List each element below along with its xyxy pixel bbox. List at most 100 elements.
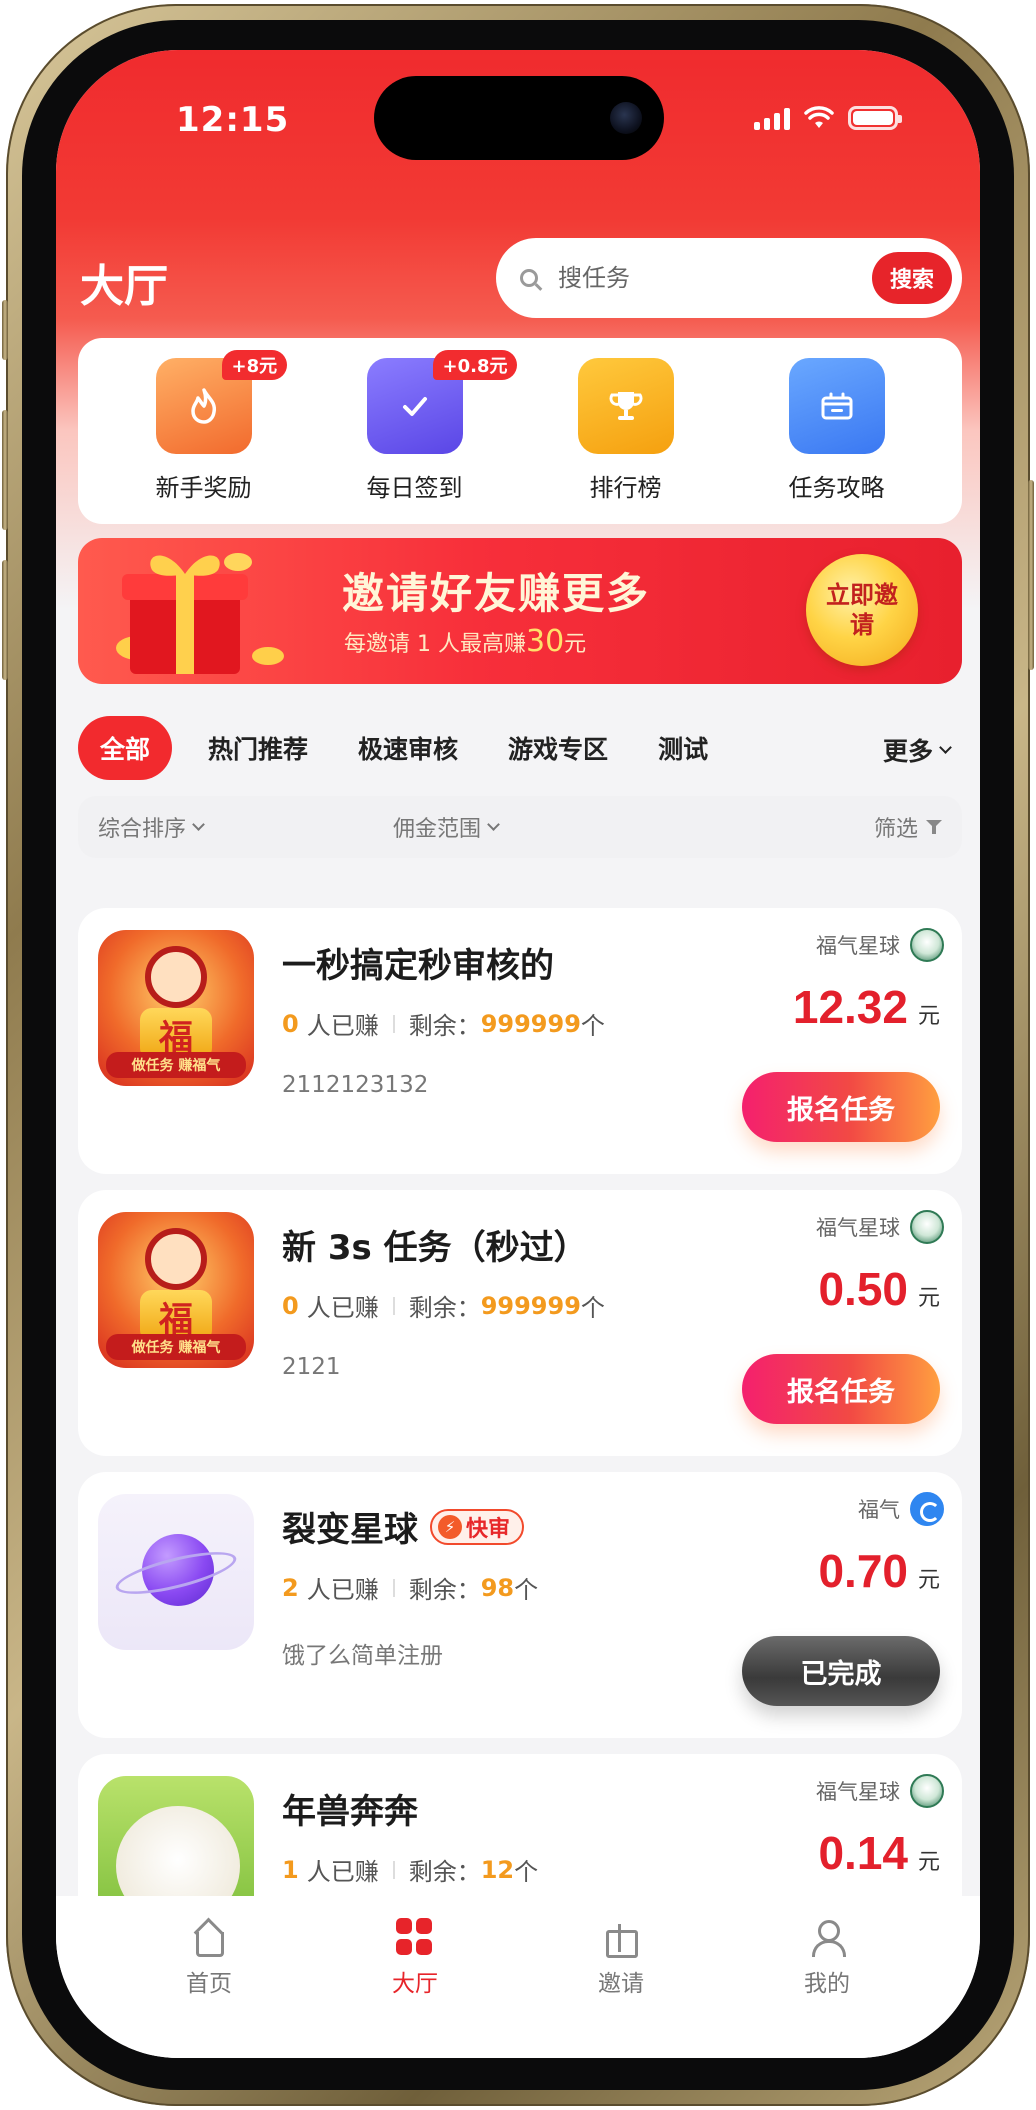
task-card[interactable]: 福 做任务 赚福气 新 3s 任务（秒过） 0 人已赚 剩余： 999999 个… [78, 1190, 962, 1456]
remain-label: 剩余： [408, 1012, 481, 1040]
search-icon [520, 269, 538, 287]
fortune-god-face [145, 1228, 207, 1290]
earned-count: 1 [282, 1855, 299, 1884]
chevron-down-icon [192, 817, 205, 831]
signup-task-button[interactable]: 报名任务 [742, 1354, 940, 1424]
tab-hot[interactable]: 热门推荐 [208, 730, 308, 766]
search-box[interactable]: 搜索 [496, 238, 962, 318]
fortune-god-face [145, 946, 207, 1008]
remain-label: 剩余： [408, 1576, 481, 1604]
price-amount: 12.32 [792, 981, 908, 1033]
task-description: 2112123132 [282, 1072, 429, 1098]
remain-unit: 个 [580, 1294, 605, 1322]
ticket-icon [788, 358, 885, 454]
quick-action-label: 排行榜 [589, 474, 662, 502]
price-unit: 元 [917, 1004, 940, 1029]
tab-games[interactable]: 游戏专区 [508, 730, 608, 766]
task-stats: 0 人已赚 剩余： 999999 个 [282, 1288, 605, 1323]
invite-banner[interactable]: 邀请好友赚更多 每邀请 1 人最高赚30元 立即邀请 [78, 538, 962, 684]
filter-label: 筛选 [873, 817, 918, 842]
tabbar-hall[interactable]: 大厅 [345, 1918, 485, 2058]
category-tabs: 全部 热门推荐 极速审核 游戏专区 测试 更多 [78, 716, 962, 780]
task-price: 12.32 元 [793, 980, 940, 1034]
reward-badge: +0.8元 [432, 350, 518, 380]
tabbar-label: 大厅 [392, 1971, 438, 1997]
page-header: 大厅 搜索 [56, 220, 980, 330]
task-price: 0.50 元 [818, 1262, 940, 1316]
task-description: 饿了么简单注册 [282, 1643, 443, 1669]
banner-amount: 30 [525, 624, 565, 659]
lightning-icon: ⚡ [438, 1514, 462, 1539]
publisher: 福气星球 [816, 1774, 944, 1808]
tab-all[interactable]: 全部 [78, 716, 173, 780]
remain-count: 12 [480, 1855, 515, 1884]
remain-unit: 个 [514, 1858, 539, 1886]
task-thumbnail: 福 做任务 赚福气 [98, 1212, 254, 1368]
sort-dropdown[interactable]: 综合排序 [98, 811, 205, 843]
tab-test[interactable]: 测试 [658, 730, 708, 766]
tab-more-label: 更多 [882, 737, 933, 766]
quick-action-daily-checkin[interactable]: +0.8元 每日签到 [325, 338, 518, 524]
quick-action-label: 任务攻略 [788, 474, 885, 502]
task-stats: 1 人已赚 剩余： 12 个 [282, 1852, 538, 1887]
task-stats: 2 人已赚 剩余： 98 个 [282, 1570, 538, 1605]
filter-button[interactable]: 筛选 [874, 811, 942, 843]
publisher: 福气 [858, 1492, 944, 1526]
chevron-down-icon [487, 817, 500, 831]
task-stats: 0 人已赚 剩余： 999999 个 [282, 1006, 605, 1041]
tab-fast-review[interactable]: 极速审核 [358, 730, 458, 766]
tabbar-label: 我的 [804, 1971, 850, 1997]
earned-count: 0 [282, 1009, 299, 1038]
publisher: 福气星球 [816, 928, 944, 962]
thumbnail-slogan: 做任务 赚福气 [106, 1052, 246, 1078]
tabbar-invite[interactable]: 邀请 [551, 1918, 691, 2058]
battery-icon [848, 106, 902, 130]
fast-review-badge: ⚡ 快审 [430, 1508, 525, 1545]
search-input[interactable] [558, 264, 848, 292]
volume-up-button [2, 410, 8, 530]
signup-task-button[interactable]: 报名任务 [742, 1072, 940, 1142]
dynamic-island [374, 76, 664, 160]
invite-now-button[interactable]: 立即邀请 [806, 554, 918, 666]
completed-button[interactable]: 已完成 [742, 1636, 940, 1706]
filter-bar: 综合排序 佣金范围 筛选 [78, 796, 962, 858]
price-unit: 元 [917, 1568, 940, 1593]
tabbar-home[interactable]: 首页 [139, 1918, 279, 2058]
banner-title: 邀请好友赚更多 [342, 569, 651, 618]
status-bar: 12:15 [56, 50, 980, 200]
price-amount: 0.50 [818, 1263, 908, 1315]
earned-label: 人已赚 [306, 1576, 379, 1604]
grid-icon [396, 1918, 434, 1956]
banner-subtitle: 每邀请 1 人最高赚30元 [344, 624, 587, 659]
remain-count: 98 [480, 1573, 515, 1602]
publisher: 福气星球 [816, 1210, 944, 1244]
task-card[interactable]: 福 做任务 赚福气 一秒搞定秒审核的 0 人已赚 剩余： 999999 个 21… [78, 908, 962, 1174]
status-icons [754, 106, 902, 130]
reward-badge: +8元 [221, 350, 288, 380]
sort-label: 综合排序 [98, 817, 187, 842]
commission-label: 佣金范围 [393, 817, 482, 842]
quick-action-leaderboard[interactable]: 排行榜 [536, 338, 716, 524]
publisher-avatar [910, 1210, 944, 1244]
price-amount: 0.70 [818, 1545, 908, 1597]
remain-unit: 个 [580, 1012, 605, 1040]
tabbar-profile[interactable]: 我的 [757, 1918, 897, 2058]
commission-dropdown[interactable]: 佣金范围 [393, 811, 500, 843]
tabbar-label: 邀请 [598, 1971, 644, 1997]
quick-action-newbie-reward[interactable]: +8元 新手奖励 [114, 338, 294, 524]
earned-count: 2 [282, 1573, 299, 1602]
earned-label: 人已赚 [306, 1012, 379, 1040]
earned-label: 人已赚 [306, 1858, 379, 1886]
price-unit: 元 [917, 1850, 940, 1875]
search-button[interactable]: 搜索 [872, 252, 952, 304]
status-time: 12:15 [176, 100, 290, 140]
app-screen: 12:15 大厅 搜索 +8元 [56, 50, 980, 2058]
power-button [1028, 480, 1034, 670]
price-amount: 0.14 [818, 1827, 908, 1879]
chevron-down-icon [939, 740, 952, 754]
tab-more-button[interactable]: 更多 [882, 732, 952, 768]
task-card[interactable]: 裂变星球 ⚡ 快审 2 人已赚 剩余： 98 个 饿了么简单注册 福气 0.70… [78, 1472, 962, 1738]
funnel-icon [926, 820, 942, 834]
quick-action-guide[interactable]: 任务攻略 [747, 338, 927, 524]
price-unit: 元 [917, 1286, 940, 1311]
